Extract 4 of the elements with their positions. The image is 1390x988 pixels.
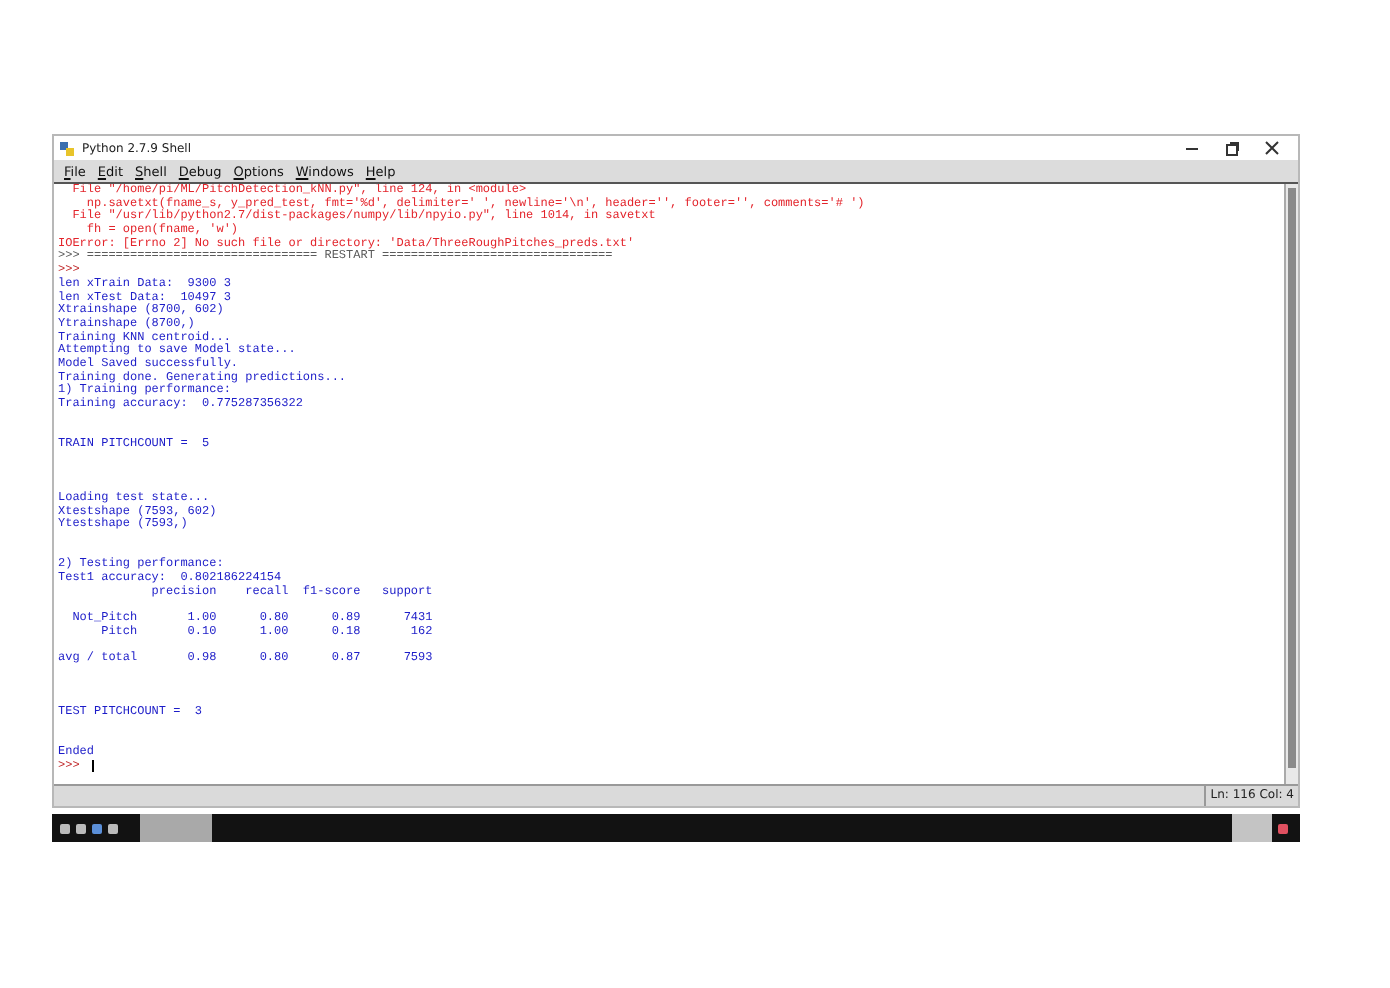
restore-icon: [1224, 140, 1240, 156]
python-icon: [58, 139, 76, 157]
close-icon: [1264, 140, 1280, 156]
tray-icon[interactable]: [1278, 823, 1288, 833]
